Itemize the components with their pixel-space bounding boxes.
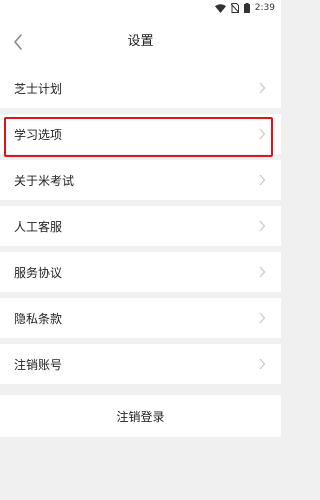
chevron-right-icon [259,312,266,324]
settings-item-customer-service[interactable]: 人工客服 [0,206,281,246]
settings-item-label: 服务协议 [14,265,63,280]
settings-item-zhishi-plan[interactable]: 芝士计划 [0,68,281,108]
logout-button[interactable]: 注销登录 [0,395,281,437]
chevron-left-icon [14,34,22,50]
chevron-right-icon [259,82,266,94]
status-time: 2:39 [254,3,275,13]
settings-item-service-agreement[interactable]: 服务协议 [0,252,281,292]
settings-list: 芝士计划 学习选项 关于米考试 人工客服 服务协议 隐私条款 注销账号 [0,68,281,384]
chevron-right-icon [259,358,266,370]
sim-off-icon [230,3,239,13]
settings-item-about[interactable]: 关于米考试 [0,160,281,200]
chevron-right-icon [259,220,266,232]
battery-icon [243,3,250,13]
page-title: 设置 [127,34,154,49]
back-button[interactable] [6,28,30,56]
chevron-right-icon [259,128,266,140]
settings-item-label: 芝士计划 [14,81,63,96]
wifi-icon [214,3,226,13]
status-bar: 2:39 [0,0,281,16]
settings-item-label: 注销账号 [14,357,63,372]
settings-item-privacy[interactable]: 隐私条款 [0,298,281,338]
settings-item-label: 人工客服 [14,219,63,234]
nav-bar: 设置 [0,16,281,68]
settings-item-delete-account[interactable]: 注销账号 [0,344,281,384]
settings-item-study-options[interactable]: 学习选项 [0,114,281,154]
chevron-right-icon [259,174,266,186]
chevron-right-icon [259,266,266,278]
settings-item-label: 隐私条款 [14,311,63,326]
settings-item-label: 关于米考试 [14,173,75,188]
settings-item-label: 学习选项 [14,127,63,142]
